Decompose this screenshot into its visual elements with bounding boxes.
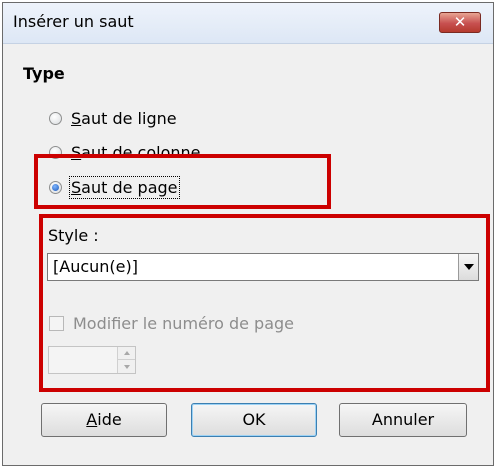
style-dropdown-button[interactable] (458, 254, 478, 280)
spin-down-icon (123, 364, 130, 369)
style-label: Style : (48, 226, 99, 245)
radio-column-break-indicator[interactable] (49, 145, 62, 159)
page-number-spinner[interactable] (48, 346, 136, 374)
cancel-button-label: Annuler (371, 410, 435, 429)
spin-down-button[interactable] (118, 360, 135, 373)
chevron-down-icon (463, 264, 474, 270)
radio-page-break-label: Saut de page (69, 175, 180, 199)
spin-up-icon (123, 351, 130, 355)
style-select[interactable]: [Aucun(e)] (47, 253, 479, 281)
title-bar: Insérer un saut ✕ (3, 3, 493, 44)
ok-button-label: OK (242, 410, 266, 429)
radio-column-break[interactable]: Saut de colonne (49, 141, 201, 163)
insert-break-dialog: Insérer un saut ✕ Type Saut de ligne Sau… (2, 2, 494, 466)
radio-line-break-label: Saut de ligne (71, 108, 177, 128)
spin-buttons (117, 347, 135, 373)
radio-page-break[interactable]: Saut de page (49, 175, 180, 199)
type-heading: Type (23, 64, 65, 83)
radio-line-break[interactable]: Saut de ligne (49, 107, 177, 129)
help-button[interactable]: Aide (41, 403, 167, 437)
close-button[interactable]: ✕ (439, 12, 481, 33)
help-button-label: Aide (86, 410, 122, 429)
cancel-button[interactable]: Annuler (339, 403, 467, 437)
radio-page-break-indicator[interactable] (49, 180, 62, 194)
change-page-number-checkbox[interactable] (49, 315, 64, 331)
ok-button[interactable]: OK (191, 403, 317, 437)
style-select-value: [Aucun(e)] (53, 257, 138, 276)
close-icon: ✕ (453, 13, 467, 31)
spin-up-button[interactable] (118, 347, 135, 360)
window-title: Insérer un saut (13, 12, 134, 31)
radio-line-break-indicator[interactable] (49, 111, 62, 125)
radio-column-break-label: Saut de colonne (71, 142, 201, 162)
dialog-body: Type Saut de ligne Saut de colonne Saut … (3, 44, 493, 465)
change-page-number-label: Modifier le numéro de page (73, 313, 295, 333)
change-page-number-option[interactable]: Modifier le numéro de page (49, 312, 294, 334)
